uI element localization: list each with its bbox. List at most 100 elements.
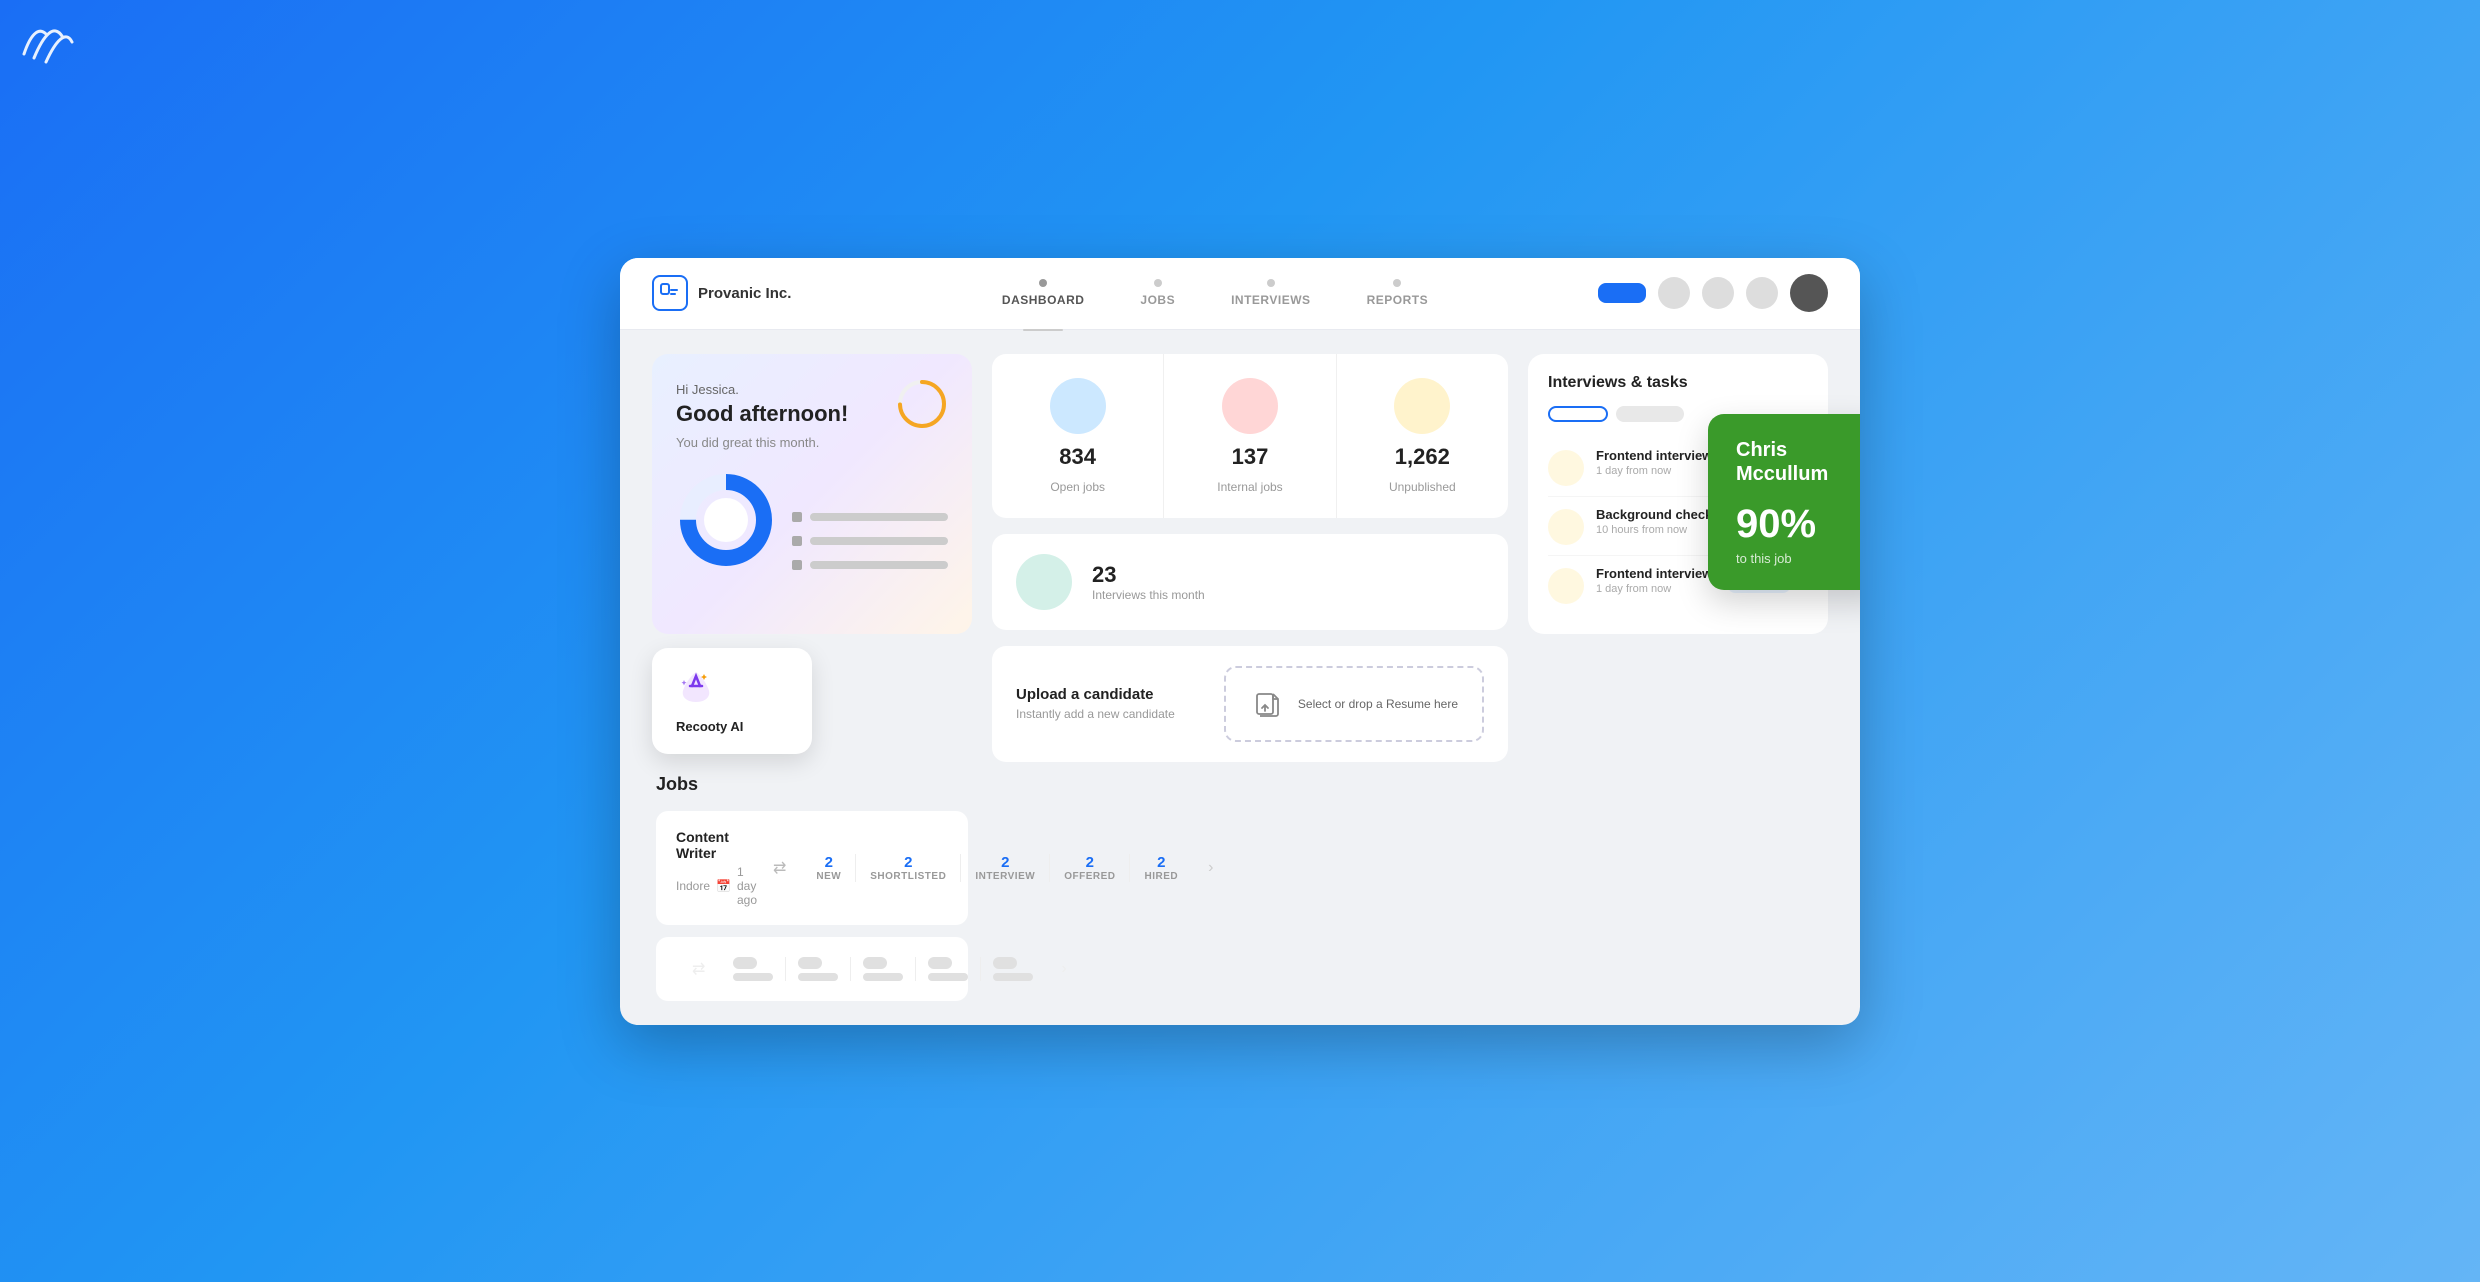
stat-card-unpublished: 1,262 Unpublished xyxy=(1337,354,1508,518)
user-avatar[interactable] xyxy=(1790,274,1828,312)
progress-ring xyxy=(896,378,948,430)
nav-tab-reports-label: REPORTS xyxy=(1367,293,1429,307)
chris-name: Chris Mccullum xyxy=(1736,438,1860,486)
job-stat-new-num: 2 xyxy=(825,854,833,871)
upload-info: Upload a candidate Instantly add a new c… xyxy=(1016,686,1208,721)
sk4l xyxy=(928,973,968,981)
header-dot-1[interactable] xyxy=(1658,277,1690,309)
stat-label-unpublished: Unpublished xyxy=(1389,480,1456,494)
interviews-card: 23 Interviews this month xyxy=(992,534,1508,630)
header-dot-2[interactable] xyxy=(1702,277,1734,309)
chris-card: Chris Mccullum 90% to this job xyxy=(1708,414,1860,590)
job-stat-shortlisted-num: 2 xyxy=(904,854,912,871)
header-actions xyxy=(1598,274,1828,312)
interviews-info: 23 Interviews this month xyxy=(1092,562,1205,602)
nav-tab-dashboard-label: DASHBOARD xyxy=(1002,293,1085,307)
upload-title: Upload a candidate xyxy=(1016,686,1208,703)
header: Provanic Inc. DASHBOARD JOBS INTERVIEWS … xyxy=(620,258,1860,330)
stat-bubble-open xyxy=(1050,378,1106,434)
interview-bubble xyxy=(1016,554,1072,610)
nav-tab-interviews[interactable]: INTERVIEWS xyxy=(1203,258,1338,332)
left-panel: Hi Jessica. Good afternoon! You did grea… xyxy=(652,354,972,1001)
task-dot-3 xyxy=(1548,568,1584,604)
tab-dot-reports xyxy=(1393,279,1401,287)
nav-tab-reports[interactable]: REPORTS xyxy=(1339,258,1457,332)
tasks-title: Interviews & tasks xyxy=(1548,374,1808,392)
jobs-section: Jobs Content Writer Indore 📅 1 day ago ⇄ xyxy=(652,774,972,1001)
job-title: Content Writer xyxy=(676,829,757,861)
job-stat-new: 2 NEW xyxy=(802,854,856,882)
ai-card[interactable]: Recooty AI xyxy=(652,648,812,754)
upload-dropzone-text: Select or drop a Resume here xyxy=(1298,697,1458,711)
sk3l xyxy=(863,973,903,981)
interviews-num: 23 xyxy=(1092,562,1205,588)
nav-tab-dashboard[interactable]: DASHBOARD xyxy=(974,258,1113,332)
bar-track-2 xyxy=(810,537,948,545)
primary-action-button[interactable] xyxy=(1598,283,1646,303)
tasks-tab-active[interactable] xyxy=(1548,406,1608,422)
sk1 xyxy=(733,957,757,969)
stat-num-unpublished: 1,262 xyxy=(1395,444,1450,470)
header-dot-3[interactable] xyxy=(1746,277,1778,309)
chris-subtitle: to this job xyxy=(1736,551,1860,566)
center-panel: 834 Open jobs 137 Internal jobs 1,262 Un… xyxy=(992,354,1508,1001)
bar-row-1 xyxy=(792,512,948,522)
tab-dot-dashboard xyxy=(1039,279,1047,287)
welcome-chart-area xyxy=(676,470,948,570)
skeleton-stat-4 xyxy=(916,957,981,981)
job-stat-new-label: NEW xyxy=(816,871,841,882)
task-name-3: Frontend interview xyxy=(1596,566,1715,581)
job-time-ago: 1 day ago xyxy=(737,865,757,907)
job-location: Indore xyxy=(676,879,710,893)
sk2 xyxy=(798,957,822,969)
task-dot-1 xyxy=(1548,450,1584,486)
skeleton-stat-1 xyxy=(721,957,786,981)
interviews-label: Interviews this month xyxy=(1092,588,1205,602)
stats-row: 834 Open jobs 137 Internal jobs 1,262 Un… xyxy=(992,354,1508,518)
skeleton-stat-3 xyxy=(851,957,916,981)
right-panel: Interviews & tasks Frontend interview 1 … xyxy=(1528,354,1828,1001)
tab-dot-interviews xyxy=(1267,279,1275,287)
stat-bubble-internal xyxy=(1222,378,1278,434)
ai-card-spacer: Recooty AI xyxy=(652,634,972,694)
job-stat-shortlisted-label: SHORTLISTED xyxy=(870,871,946,882)
nav-tab-jobs-label: JOBS xyxy=(1140,293,1175,307)
calendar-icon: 📅 xyxy=(716,879,731,893)
logo-area: Provanic Inc. xyxy=(652,275,832,311)
ai-label: Recooty AI xyxy=(676,719,788,734)
job-stat-shortlisted: 2 SHORTLISTED xyxy=(856,854,961,882)
job-meta: Indore 📅 1 day ago xyxy=(676,865,757,907)
refresh-icon[interactable]: ⇄ xyxy=(773,858,786,878)
sk2l xyxy=(798,973,838,981)
welcome-subtitle: You did great this month. xyxy=(676,435,948,450)
upload-card: Upload a candidate Instantly add a new c… xyxy=(992,646,1508,762)
tab-dot-jobs xyxy=(1154,279,1162,287)
stat-label-internal: Internal jobs xyxy=(1217,480,1282,494)
job-card-content-writer: Content Writer Indore 📅 1 day ago ⇄ 2 NE… xyxy=(656,811,968,925)
stat-num-open: 834 xyxy=(1059,444,1096,470)
bar-track-3 xyxy=(810,561,948,569)
decorative-squiggle xyxy=(16,16,76,73)
nav-tab-jobs[interactable]: JOBS xyxy=(1112,258,1203,332)
stat-num-internal: 137 xyxy=(1232,444,1269,470)
tasks-tab-inactive[interactable] xyxy=(1616,406,1684,422)
stat-bubble-unpublished xyxy=(1394,378,1450,434)
bar-row-2 xyxy=(792,536,948,546)
sk4 xyxy=(928,957,952,969)
upload-dropzone[interactable]: Select or drop a Resume here xyxy=(1224,666,1484,742)
bar-chart-mini xyxy=(792,502,948,570)
upload-file-icon xyxy=(1250,686,1286,722)
ai-icon xyxy=(676,668,788,711)
nav-tab-interviews-label: INTERVIEWS xyxy=(1231,293,1310,307)
welcome-card: Hi Jessica. Good afternoon! You did grea… xyxy=(652,354,972,634)
logo-icon xyxy=(652,275,688,311)
company-name: Provanic Inc. xyxy=(698,285,791,302)
bar-row-3 xyxy=(792,560,948,570)
stat-card-open-jobs: 834 Open jobs xyxy=(992,354,1164,518)
skeleton-refresh: ⇄ xyxy=(692,959,705,979)
stat-card-internal-jobs: 137 Internal jobs xyxy=(1164,354,1336,518)
task-dot-2 xyxy=(1548,509,1584,545)
task-info-3: Frontend interview 1 day from now xyxy=(1596,566,1715,595)
skeleton-job-card: ⇄ xyxy=(656,937,968,1001)
bar-track-1 xyxy=(810,513,948,521)
